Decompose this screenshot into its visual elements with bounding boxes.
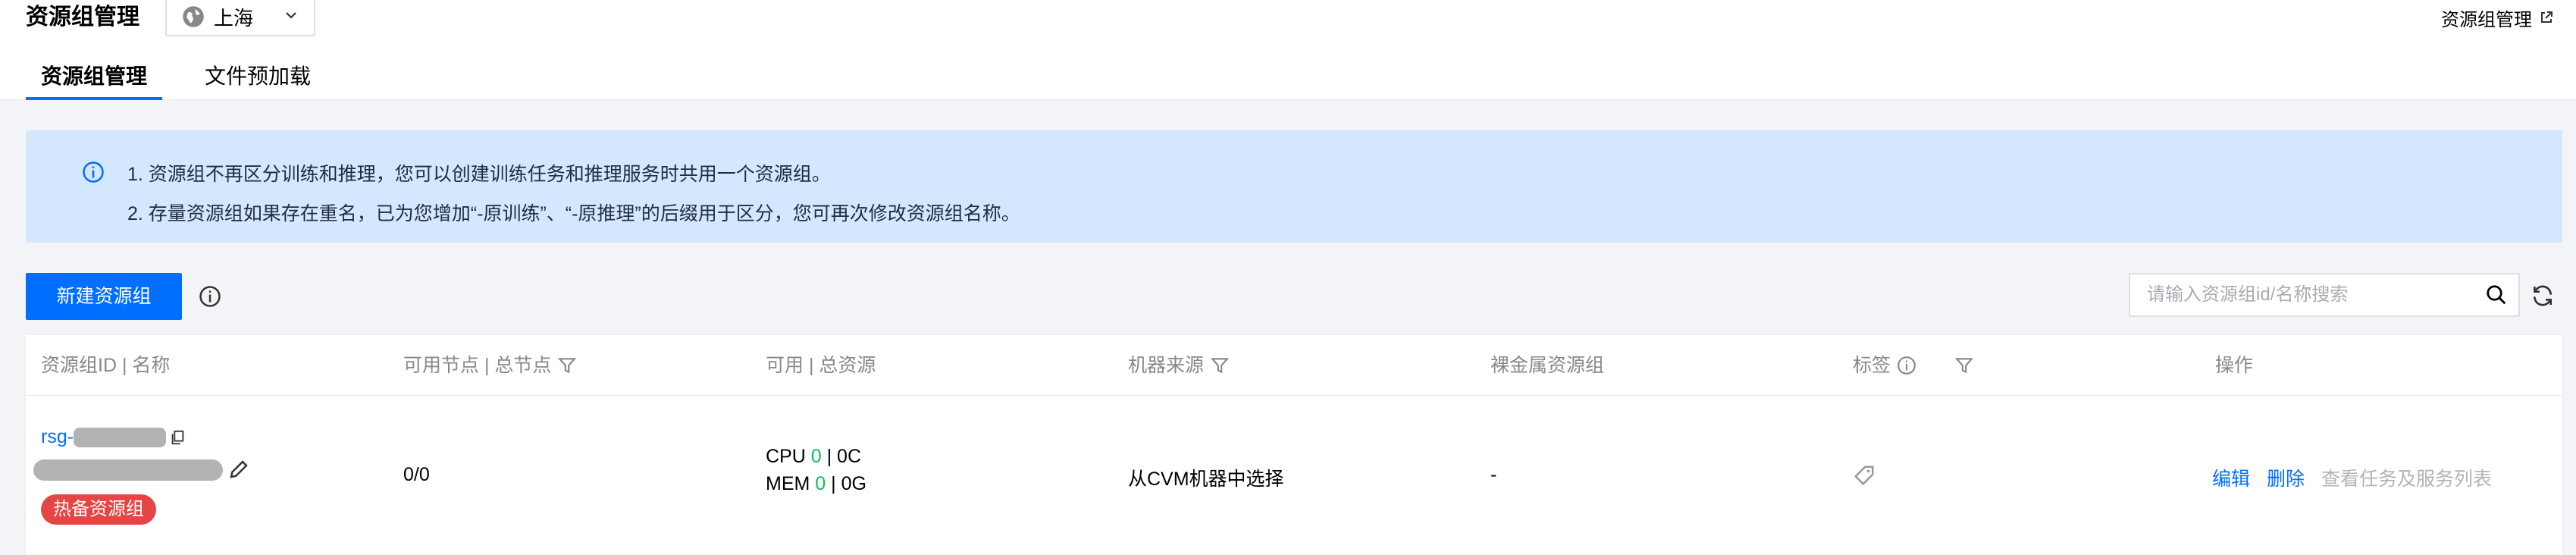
- pencil-icon[interactable]: [227, 458, 250, 481]
- tag-icon[interactable]: [1853, 464, 1876, 487]
- hot-standby-badge: 热备资源组: [41, 494, 156, 525]
- node-count: 0/0: [403, 464, 430, 485]
- notice-line-1: 1. 资源组不再区分训练和推理，您可以创建训练任务和推理服务时共用一个资源组。: [127, 164, 831, 185]
- help-info-icon[interactable]: [199, 285, 221, 308]
- table-header: 资源组ID | 名称 可用节点 | 总节点 可用 | 总资源 机器来源 裸金属资…: [26, 335, 2562, 396]
- resource-group-table: 资源组ID | 名称 可用节点 | 总节点 可用 | 总资源 机器来源 裸金属资…: [26, 335, 2562, 555]
- doc-link-label: 资源组管理: [2441, 9, 2532, 30]
- resource-summary: CPU 0 | 0C MEM 0 | 0G: [766, 443, 867, 497]
- search-icon[interactable]: [2485, 284, 2508, 306]
- info-notice: 1. 资源组不再区分训练和推理，您可以创建训练任务和推理服务时共用一个资源组。 …: [26, 130, 2562, 243]
- page-header: 资源组管理 上海 资源组管理 资源组管理 文件预加载: [0, 0, 2576, 100]
- edit-link[interactable]: 编辑: [2212, 464, 2250, 491]
- resource-group-id[interactable]: rsg-: [41, 426, 186, 448]
- redacted-id: [74, 427, 167, 447]
- bare-metal-value: -: [1490, 464, 1497, 485]
- resource-group-doc-link[interactable]: 资源组管理: [2441, 0, 2553, 35]
- chevron-down-icon: [286, 12, 296, 19]
- notice-line-2: 2. 存量资源组如果存在重名，已为您增加“-原训练”、“-原推理”的后缀用于区分…: [127, 203, 1020, 224]
- table-row: rsg- 热备资源组 0/0 CPU 0 | 0C MEM 0 | 0G 从CV…: [26, 396, 2562, 555]
- filter-icon[interactable]: [1954, 356, 1974, 375]
- filter-icon[interactable]: [1210, 356, 1230, 375]
- tab-file-preload[interactable]: 文件预加载: [190, 50, 326, 100]
- info-icon[interactable]: [1897, 356, 1916, 375]
- refresh-icon[interactable]: [2531, 284, 2555, 308]
- info-icon: [83, 161, 104, 183]
- col-nodes: 可用节点 | 总节点: [403, 335, 577, 396]
- search-box: [2129, 273, 2520, 317]
- col-bare-metal: 裸金属资源组: [1490, 355, 1605, 376]
- page-title: 资源组管理: [26, 5, 139, 30]
- tab-resource-group[interactable]: 资源组管理: [26, 50, 163, 100]
- region-select[interactable]: 上海: [165, 0, 315, 36]
- filter-icon[interactable]: [557, 356, 577, 375]
- col-tags: 标签: [1853, 335, 1974, 396]
- col-actions: 操作: [2215, 355, 2254, 376]
- machine-source: 从CVM机器中选择: [1128, 469, 1284, 490]
- copy-icon[interactable]: [169, 429, 186, 446]
- col-machine-source: 机器来源: [1128, 335, 1230, 396]
- external-link-icon: [2541, 11, 2552, 23]
- col-resources: 可用 | 总资源: [766, 355, 876, 376]
- globe-icon: [183, 6, 204, 27]
- redacted-name: [33, 459, 223, 481]
- row-actions: 编辑 删除 查看任务及服务列表: [2212, 464, 2492, 491]
- col-id-name: 资源组ID | 名称: [41, 355, 171, 376]
- region-label: 上海: [214, 6, 254, 30]
- new-resource-group-button[interactable]: 新建资源组: [26, 273, 182, 320]
- search-input[interactable]: [2145, 274, 2464, 315]
- view-tasks-link: 查看任务及服务列表: [2321, 469, 2493, 490]
- mem-line: MEM 0 | 0G: [766, 473, 867, 494]
- delete-link[interactable]: 删除: [2267, 464, 2305, 491]
- cpu-line: CPU 0 | 0C: [766, 446, 862, 467]
- tab-bar: 资源组管理 文件预加载: [26, 50, 326, 100]
